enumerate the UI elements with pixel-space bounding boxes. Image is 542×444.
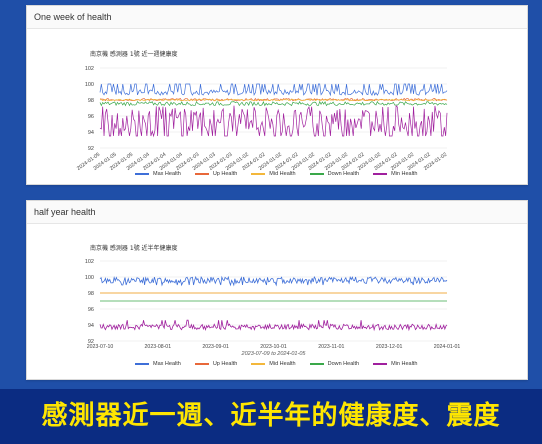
- y-tick-label: 102: [85, 259, 94, 265]
- chart-legend: Max Health Up Health Mid Health Down Health…: [135, 361, 417, 367]
- panel-title: half year health: [27, 201, 527, 224]
- x-tick-label: 2024-01-01: [434, 344, 461, 350]
- legend-item[interactable]: Mid Health: [251, 361, 296, 367]
- legend-item[interactable]: Min Health: [373, 171, 417, 177]
- y-tick-label: 94: [88, 130, 94, 136]
- y-tick-label: 98: [88, 291, 94, 297]
- y-tick-label: 100: [85, 275, 94, 281]
- x-tick-label: 2023-11-01: [318, 344, 344, 350]
- legend-swatch: [251, 173, 266, 175]
- y-tick-label: 102: [85, 66, 94, 72]
- x-tick-label: 2023-12-01: [376, 344, 403, 350]
- chart-title: 南京機 感測器 1號 近一週健康度: [90, 51, 178, 58]
- legend-label: Mid Health: [269, 361, 296, 367]
- legend-item[interactable]: Max Health: [135, 171, 181, 177]
- series-line-max-health: [99, 83, 448, 97]
- y-tick-label: 92: [88, 146, 94, 152]
- y-tick-label: 96: [88, 114, 94, 120]
- weekly-health-panel: One week of health 南京機 感測器 1號 近一週健康度 102…: [26, 5, 528, 185]
- legend-label: Min Health: [391, 361, 418, 367]
- legend-swatch: [373, 173, 388, 175]
- weekly-health-chart: 102100989694922024-01-052024-01-052024-0…: [76, 66, 448, 172]
- legend-item[interactable]: Up Health: [194, 361, 238, 367]
- legend-label: Down Health: [327, 361, 360, 367]
- legend-item[interactable]: Down Health: [309, 361, 360, 367]
- legend-label: Up Health: [212, 361, 238, 367]
- chart-legend: Max Health Up Health Mid Health Down Health…: [135, 171, 417, 177]
- series-line-max-health: [99, 275, 448, 287]
- legend-swatch: [309, 173, 324, 175]
- series-line-down-health: [99, 100, 448, 107]
- half-year-health-chart: 102100989694922023-07-10 2023-08-01 2023-0…: [85, 259, 461, 357]
- half-year-health-panel: half year health 南京機 感測器 1號 近半年健康度 102 10…: [26, 200, 528, 380]
- panel-title: One week of health: [27, 6, 527, 29]
- legend-swatch: [251, 363, 266, 365]
- legend-label: Min Health: [391, 171, 418, 177]
- legend-label: Max Health: [153, 171, 181, 177]
- legend-label: Up Health: [212, 171, 238, 177]
- y-tick-label: 94: [88, 323, 94, 329]
- x-tick-label: 2023-07-10: [87, 344, 114, 350]
- series-line-min-health: [99, 104, 448, 138]
- legend-item[interactable]: Down Health: [309, 171, 360, 177]
- legend-label: Mid Health: [269, 171, 296, 177]
- x-tick-label: 2023-09-01: [202, 344, 229, 350]
- legend-label: Max Health: [153, 361, 181, 367]
- legend-item[interactable]: Up Health: [194, 171, 238, 177]
- caption-banner: 感測器近一週、近半年的健康度、震度: [0, 389, 542, 444]
- legend-item[interactable]: Max Health: [135, 361, 181, 367]
- legend-item[interactable]: Min Health: [373, 361, 417, 367]
- y-tick-label: 98: [88, 98, 94, 104]
- x-axis-label: 2023-07-09 to 2024-01-05: [241, 351, 307, 357]
- legend-swatch: [373, 363, 388, 365]
- x-tick-label: 2023-08-01: [145, 344, 172, 350]
- legend-swatch: [194, 363, 209, 365]
- y-tick-label: 100: [85, 82, 94, 88]
- legend-swatch: [135, 363, 149, 365]
- y-tick-label: 96: [88, 307, 94, 313]
- legend-swatch: [309, 363, 324, 365]
- legend-swatch: [194, 173, 209, 175]
- legend-label: Down Health: [327, 171, 360, 177]
- x-tick-label: 2023-10-01: [260, 344, 287, 350]
- legend-swatch: [135, 173, 149, 175]
- legend-item[interactable]: Mid Health: [251, 171, 296, 177]
